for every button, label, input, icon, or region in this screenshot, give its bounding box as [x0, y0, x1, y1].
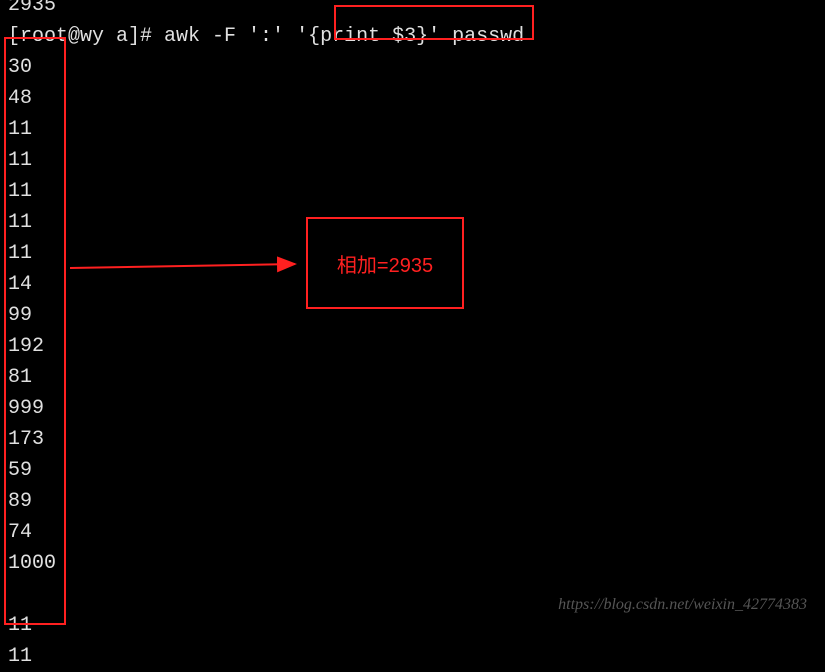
highlight-command-box — [334, 5, 534, 40]
output-line: 74 — [8, 517, 817, 548]
output-line: 11 — [8, 114, 817, 145]
output-line: 1000 — [8, 548, 817, 579]
watermark-text: https://blog.csdn.net/weixin_42774383 — [558, 596, 807, 614]
output-line: 11 — [8, 176, 817, 207]
output-container: 304811111111111499192819991735989741000 … — [8, 52, 817, 672]
output-line: 999 — [8, 393, 817, 424]
command-part-pre: awk -F ':' — [164, 21, 296, 52]
highlight-output-box — [4, 37, 66, 625]
output-line: 173 — [8, 424, 817, 455]
output-line: 30 — [8, 52, 817, 83]
annotation-box: 相加=2935 — [306, 217, 464, 309]
output-line: 81 — [8, 362, 817, 393]
output-line: 11 — [8, 641, 817, 672]
annotation-arrow — [70, 250, 310, 280]
output-line: 192 — [8, 331, 817, 362]
output-line: 11 — [8, 145, 817, 176]
output-line: 11 — [8, 610, 817, 641]
output-line: 48 — [8, 83, 817, 114]
annotation-text: 相加=2935 — [337, 249, 433, 278]
output-line: 59 — [8, 455, 817, 486]
terminal-window: 2935 [root@wy a]# awk -F ':' '{print $3}… — [0, 0, 825, 672]
output-line: 89 — [8, 486, 817, 517]
